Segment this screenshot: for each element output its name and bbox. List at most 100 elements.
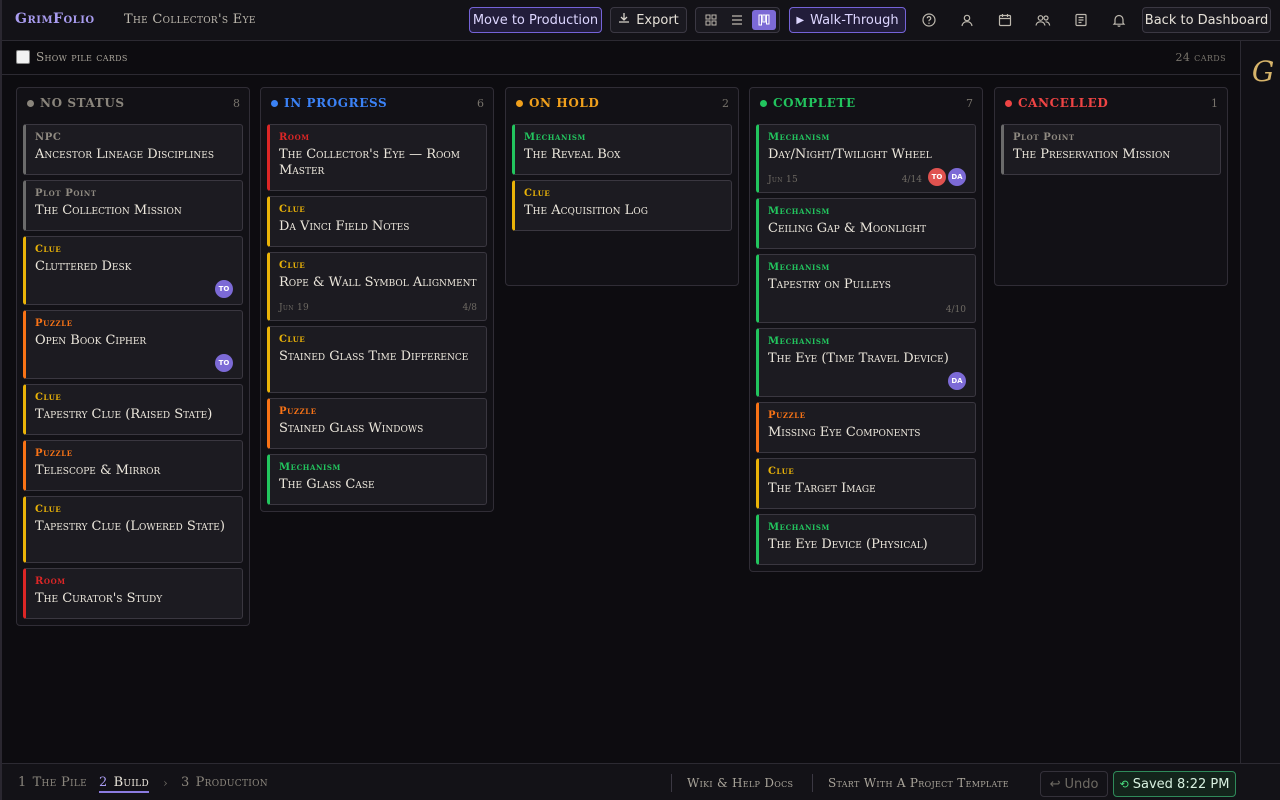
column-count: 1 <box>1211 97 1218 110</box>
card-title: The Collection Mission <box>35 203 182 218</box>
step-build[interactable]: 2 Build <box>99 775 149 793</box>
card-due-date: Jun 15 <box>768 175 799 185</box>
calendar-icon[interactable] <box>995 10 1015 30</box>
card[interactable]: Puzzle Missing Eye Components <box>756 402 976 453</box>
card[interactable]: Puzzle Open Book Cipher TO <box>23 310 243 379</box>
card-title: Stained Glass Time Difference <box>279 349 469 364</box>
column-title: ON HOLD <box>529 96 600 110</box>
saved-label: Saved 8:22 PM <box>1132 776 1230 792</box>
grimfolio-emblem-icon[interactable]: G <box>1250 55 1276 88</box>
walkthrough-button[interactable]: ▶ Walk-Through <box>789 7 906 33</box>
card[interactable]: Clue Tapestry Clue (Lowered State) <box>23 496 243 563</box>
card-progress: 4/10 <box>945 305 966 315</box>
notes-icon[interactable] <box>1071 10 1091 30</box>
wiki-help-link[interactable]: Wiki & Help Docs <box>687 776 793 790</box>
column-count: 8 <box>233 97 240 110</box>
card[interactable]: Mechanism Ceiling Gap & Moonlight <box>756 198 976 249</box>
avatar[interactable]: TO <box>928 168 946 186</box>
status-dot-icon <box>516 100 523 107</box>
card[interactable]: Mechanism Tapestry on Pulleys 4/10 <box>756 254 976 323</box>
right-rail: G <box>1240 41 1280 763</box>
card-title: The Target Image <box>768 481 876 496</box>
card[interactable]: Puzzle Telescope & Mirror <box>23 440 243 491</box>
column-title: CANCELLED <box>1018 96 1109 110</box>
card[interactable]: NPC Ancestor Lineage Disciplines <box>23 124 243 175</box>
column-header: CANCELLED 1 <box>995 88 1227 116</box>
help-icon[interactable] <box>919 10 939 30</box>
board-view-button[interactable] <box>751 10 776 30</box>
card[interactable]: Clue The Acquisition Log <box>512 180 732 231</box>
grid-view-button[interactable] <box>699 10 723 30</box>
show-pile-label: Show pile cards <box>36 50 128 64</box>
card[interactable]: Clue The Target Image <box>756 458 976 509</box>
view-switcher <box>695 7 780 33</box>
card[interactable]: Plot Point The Collection Mission <box>23 180 243 231</box>
card-progress: 4/14 <box>901 175 922 185</box>
team-icon[interactable] <box>1033 10 1053 30</box>
show-pile-checkbox[interactable] <box>16 50 30 64</box>
user-icon[interactable] <box>957 10 977 30</box>
brand-logo[interactable]: GrimFolio <box>15 11 95 27</box>
saved-status[interactable]: ⟲ Saved 8:22 PM <box>1113 771 1236 797</box>
back-to-dashboard-label: Back to Dashboard <box>1144 12 1269 28</box>
step-production[interactable]: 3 Production <box>181 775 268 790</box>
card[interactable]: Clue Rope & Wall Symbol Alignment Jun 19 4/… <box>267 252 487 321</box>
card-title: Tapestry Clue (Raised State) <box>35 407 213 422</box>
card[interactable]: Clue Tapestry Clue (Raised State) <box>23 384 243 435</box>
card[interactable]: Clue Cluttered Desk TO <box>23 236 243 305</box>
step-number: 3 <box>181 775 190 790</box>
card-type-label: Mechanism <box>279 462 341 473</box>
bell-icon[interactable] <box>1109 10 1129 30</box>
card-title: Day/Night/Twilight Wheel <box>768 147 932 162</box>
card-type-label: Mechanism <box>768 262 830 273</box>
card-type-label: Room <box>35 576 66 587</box>
card-title: Open Book Cipher <box>35 333 147 348</box>
card[interactable]: Mechanism The Eye Device (Physical) <box>756 514 976 565</box>
column-header: IN PROGRESS 6 <box>261 88 493 116</box>
card[interactable]: Mechanism The Eye (Time Travel Device) DA <box>756 328 976 397</box>
card-title: Telescope & Mirror <box>35 463 161 478</box>
card-title: The Glass Case <box>279 477 375 492</box>
card-type-label: Plot Point <box>1013 132 1075 143</box>
avatar[interactable]: DA <box>948 372 966 390</box>
step-label: Production <box>195 775 268 790</box>
card[interactable]: Mechanism The Reveal Box <box>512 124 732 175</box>
project-template-link[interactable]: Start With A Project Template <box>828 776 1009 790</box>
card[interactable]: Mechanism The Glass Case <box>267 454 487 505</box>
refresh-icon: ⟲ <box>1119 777 1129 791</box>
card-type-label: Mechanism <box>524 132 586 143</box>
card[interactable]: Plot Point The Preservation Mission <box>1001 124 1221 175</box>
list-view-button[interactable] <box>725 10 749 30</box>
play-icon: ▶ <box>796 14 805 26</box>
export-button[interactable]: Export <box>610 7 687 33</box>
card-title: Da Vinci Field Notes <box>279 219 410 234</box>
card-type-label: Plot Point <box>35 188 97 199</box>
avatar[interactable]: TO <box>215 280 233 298</box>
card[interactable]: Puzzle Stained Glass Windows <box>267 398 487 449</box>
avatar[interactable]: DA <box>948 168 966 186</box>
status-dot-icon <box>1005 100 1012 107</box>
card-type-label: Clue <box>35 392 62 403</box>
column-cancelled: CANCELLED 1 Plot Point The Preservation Mis… <box>994 87 1228 286</box>
grid-icon <box>705 14 717 26</box>
card[interactable]: Room The Collector's Eye — Room Master <box>267 124 487 191</box>
card[interactable]: Mechanism Day/Night/Twilight Wheel Jun 15 4… <box>756 124 976 193</box>
card[interactable]: Clue Da Vinci Field Notes <box>267 196 487 247</box>
column-count: 2 <box>722 97 729 110</box>
column-count: 7 <box>966 97 973 110</box>
move-to-production-button[interactable]: Move to Production <box>469 7 602 33</box>
step-the-pile[interactable]: 1 The Pile <box>18 775 87 790</box>
column-header: COMPLETE 7 <box>750 88 982 116</box>
avatar[interactable]: TO <box>215 354 233 372</box>
step-number: 1 <box>18 775 27 790</box>
step-number: 2 <box>99 775 108 790</box>
column-header: ON HOLD 2 <box>506 88 738 116</box>
undo-button[interactable]: ↩ Undo <box>1040 771 1108 797</box>
back-to-dashboard-button[interactable]: Back to Dashboard <box>1142 7 1271 33</box>
card[interactable]: Clue Stained Glass Time Difference <box>267 326 487 393</box>
card-title: Stained Glass Windows <box>279 421 424 436</box>
column-on-hold: ON HOLD 2 Mechanism The Reveal Box Clue The A… <box>505 87 739 286</box>
card-type-label: Clue <box>35 504 62 515</box>
show-pile-toggle[interactable]: Show pile cards <box>16 50 128 64</box>
card[interactable]: Room The Curator's Study <box>23 568 243 619</box>
